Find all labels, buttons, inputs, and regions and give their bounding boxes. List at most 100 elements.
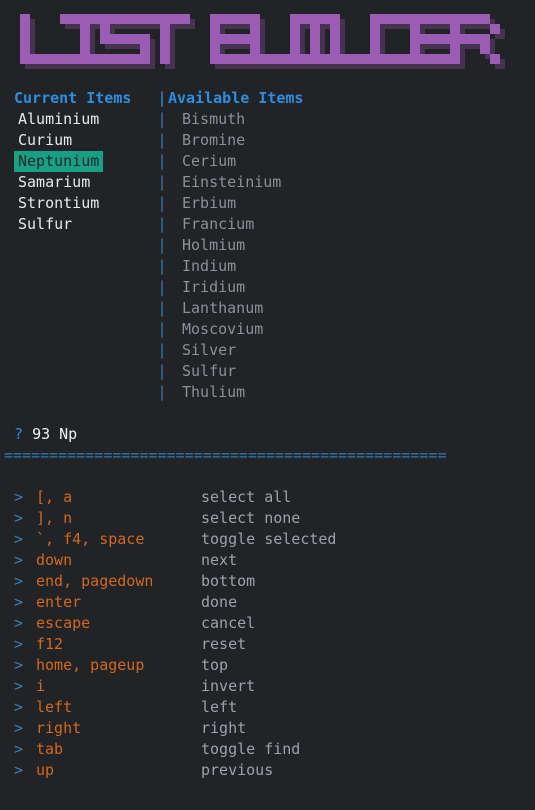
available-item[interactable]: Moscovium (168, 319, 535, 340)
current-item-cell[interactable]: Strontium (8, 193, 156, 214)
prompt-line: ? 93 Np (0, 424, 535, 445)
chevron-right-icon: > (14, 593, 24, 611)
available-item[interactable]: Holmium (168, 235, 535, 256)
current-item[interactable]: Sulfur (14, 214, 76, 235)
keybinding-row: > left left (14, 697, 535, 718)
current-item-selected[interactable]: Neptunium (14, 151, 104, 172)
available-item[interactable]: Bismuth (168, 109, 535, 130)
keybinding-row: > i invert (14, 676, 535, 697)
column-divider: | (157, 320, 167, 338)
available-item[interactable]: Cerium (168, 151, 535, 172)
keybinding-keys: end, pagedown (36, 572, 154, 590)
available-item[interactable]: Lanthanum (168, 298, 535, 319)
available-item[interactable]: Bromine (168, 130, 535, 151)
available-item[interactable]: Sulfur (168, 361, 535, 382)
list-row[interactable]: Neptunium | Cerium (8, 151, 535, 172)
keybinding-row: > end, pagedown bottom (14, 571, 535, 592)
column-divider: | (157, 383, 167, 401)
keybinding-description: previous (201, 761, 274, 779)
available-item[interactable]: Francium (168, 214, 535, 235)
keybinding-description: reset (201, 635, 247, 653)
current-item-cell[interactable]: Samarium (8, 172, 156, 193)
list-row[interactable]: | Iridium (8, 277, 535, 298)
keybinding-row: > escape cancel (14, 613, 535, 634)
current-item[interactable]: Aluminium (14, 109, 103, 130)
available-item[interactable]: Thulium (168, 382, 535, 403)
list-builder-ascii-title (20, 14, 505, 69)
current-item[interactable]: Strontium (14, 193, 103, 214)
available-item[interactable]: Silver (168, 340, 535, 361)
available-item[interactable]: Iridium (168, 277, 535, 298)
current-item[interactable]: Curium (14, 130, 76, 151)
list-row[interactable]: Aluminium | Bismuth (8, 109, 535, 130)
chevron-right-icon: > (14, 572, 24, 590)
keybinding-keys: [, a (36, 488, 73, 506)
list-row[interactable]: Curium | Bromine (8, 130, 535, 151)
keybinding-description: next (201, 551, 238, 569)
list-row[interactable]: | Thulium (8, 382, 535, 403)
keybinding-description: cancel (201, 614, 256, 632)
chevron-right-icon: > (14, 614, 24, 632)
list-row[interactable]: | Sulfur (8, 361, 535, 382)
column-divider: | (157, 299, 167, 317)
available-item[interactable]: Einsteinium (168, 172, 535, 193)
keybinding-row: > [, a select all (14, 487, 535, 508)
column-divider: | (157, 215, 167, 233)
column-divider: | (157, 173, 167, 191)
keybinding-keys: tab (36, 740, 64, 758)
keybinding-keys: down (36, 551, 73, 569)
prompt-value: 93 Np (32, 425, 78, 443)
list-row[interactable]: | Indium (8, 256, 535, 277)
column-divider: | (157, 236, 167, 254)
chevron-right-icon: > (14, 530, 24, 548)
keybinding-row: > down next (14, 550, 535, 571)
keybindings-list: > [, a select all >], n select none > `, f4, s… (0, 487, 535, 781)
keybinding-description: done (201, 593, 238, 611)
list-row[interactable]: | Lanthanum (8, 298, 535, 319)
keybinding-keys: i (36, 677, 46, 695)
list-headers: Current Items | Available Items (8, 88, 535, 109)
available-item[interactable]: Erbium (168, 193, 535, 214)
chevron-right-icon: > (14, 488, 24, 506)
keybinding-row: > tab toggle find (14, 739, 535, 760)
column-divider: | (157, 110, 167, 128)
keybinding-keys: ], n (36, 509, 73, 527)
current-item-cell[interactable]: Sulfur (8, 214, 156, 235)
keybinding-description: toggle selected (201, 530, 337, 548)
keybinding-description: select all (201, 488, 292, 506)
list-row[interactable]: Sulfur | Francium (8, 214, 535, 235)
available-item[interactable]: Indium (168, 256, 535, 277)
list-row[interactable]: | Silver (8, 340, 535, 361)
column-divider: | (157, 89, 167, 107)
column-divider: | (157, 131, 167, 149)
current-item-cell[interactable]: Curium (8, 130, 156, 151)
chevron-right-icon: > (14, 698, 24, 716)
list-row[interactable]: Samarium | Einsteinium (8, 172, 535, 193)
list-row[interactable]: Strontium | Erbium (8, 193, 535, 214)
keybinding-description: left (201, 698, 238, 716)
keybinding-keys: enter (36, 593, 82, 611)
keybinding-description: top (201, 656, 229, 674)
available-items-header: Available Items (168, 89, 304, 107)
current-item-cell[interactable]: Aluminium (8, 109, 156, 130)
list-row[interactable]: | Moscovium (8, 319, 535, 340)
terminal-screen: Current Items | Available Items Aluminiu… (0, 0, 535, 810)
keybinding-description: right (201, 719, 247, 737)
list-row[interactable]: | Holmium (8, 235, 535, 256)
column-divider: | (157, 194, 167, 212)
current-item-cell[interactable]: Neptunium (8, 151, 156, 172)
keybinding-keys: up (36, 761, 55, 779)
chevron-right-icon: > (14, 656, 24, 674)
keybinding-row: > up previous (14, 760, 535, 781)
keybinding-row: > right right (14, 718, 535, 739)
column-divider: | (157, 341, 167, 359)
prompt-marker-icon: ? (14, 425, 24, 443)
keybinding-row: > f12 reset (14, 634, 535, 655)
current-item[interactable]: Samarium (14, 172, 94, 193)
chevron-right-icon: > (14, 677, 24, 695)
column-divider: | (157, 278, 167, 296)
keybinding-row: >], n select none (14, 508, 535, 529)
keybinding-keys: escape (36, 614, 91, 632)
separator-rule: ========================================… (4, 446, 447, 464)
chevron-right-icon: > (14, 635, 24, 653)
